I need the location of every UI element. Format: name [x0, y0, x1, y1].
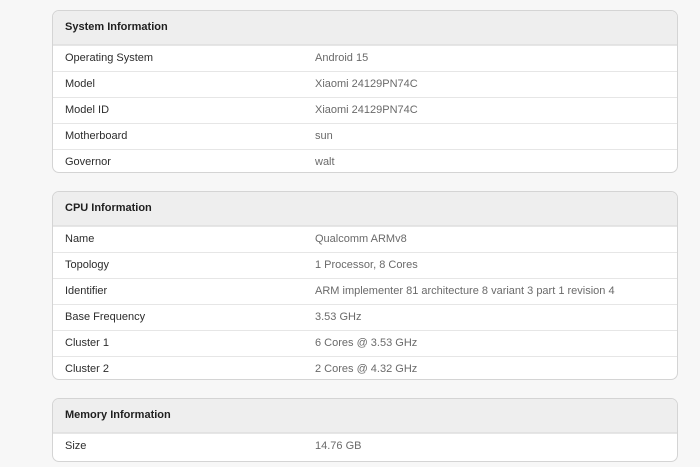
info-row: Topology 1 Processor, 8 Cores: [53, 252, 677, 278]
row-value: Qualcomm ARMv8: [315, 233, 407, 245]
info-row: Cluster 2 2 Cores @ 4.32 GHz: [53, 356, 677, 379]
info-row: Cluster 1 6 Cores @ 3.53 GHz: [53, 330, 677, 356]
row-label: Name: [65, 233, 95, 245]
info-row: Size 14.76 GB: [53, 433, 677, 459]
card-title: Memory Information: [53, 399, 677, 433]
row-value: Android 15: [315, 52, 369, 64]
row-value: 14.76 GB: [315, 440, 362, 452]
row-label: Identifier: [65, 285, 108, 297]
row-value: 2 Cores @ 4.32 GHz: [315, 363, 418, 375]
row-value: 3.53 GHz: [315, 311, 362, 323]
row-value: 6 Cores @ 3.53 GHz: [315, 337, 418, 349]
card-title: System Information: [53, 11, 677, 45]
row-value: 1 Processor, 8 Cores: [315, 259, 418, 271]
row-label: Base Frequency: [65, 311, 146, 323]
row-value: walt: [315, 156, 335, 168]
info-row: Base Frequency 3.53 GHz: [53, 304, 677, 330]
system-information-card: System Information Operating System Andr…: [52, 10, 678, 173]
row-label: Size: [65, 440, 87, 452]
row-value: Xiaomi 24129PN74C: [315, 78, 418, 90]
row-label: Governor: [65, 156, 111, 168]
info-row: Model Xiaomi 24129PN74C: [53, 71, 677, 97]
device-info-page: System Information Operating System Andr…: [0, 0, 700, 467]
cpu-information-card: CPU Information Name Qualcomm ARMv8 Topo…: [52, 191, 678, 380]
row-label: Model ID: [65, 104, 110, 116]
info-row: Motherboard sun: [53, 123, 677, 149]
card-title: CPU Information: [53, 192, 677, 226]
info-row: Governor walt: [53, 149, 677, 172]
row-value: Xiaomi 24129PN74C: [315, 104, 418, 116]
info-row: Name Qualcomm ARMv8: [53, 226, 677, 252]
info-row: Operating System Android 15: [53, 45, 677, 71]
row-label: Cluster 1: [65, 337, 110, 349]
row-label: Topology: [65, 259, 110, 271]
info-row: Identifier ARM implementer 81 architectu…: [53, 278, 677, 304]
row-label: Operating System: [65, 52, 154, 64]
memory-information-card: Memory Information Size 14.76 GB: [52, 398, 678, 462]
row-label: Model: [65, 78, 95, 90]
row-value: ARM implementer 81 architecture 8 varian…: [315, 285, 615, 297]
row-value: sun: [315, 130, 333, 142]
info-row: Model ID Xiaomi 24129PN74C: [53, 97, 677, 123]
row-label: Motherboard: [65, 130, 128, 142]
row-label: Cluster 2: [65, 363, 110, 375]
